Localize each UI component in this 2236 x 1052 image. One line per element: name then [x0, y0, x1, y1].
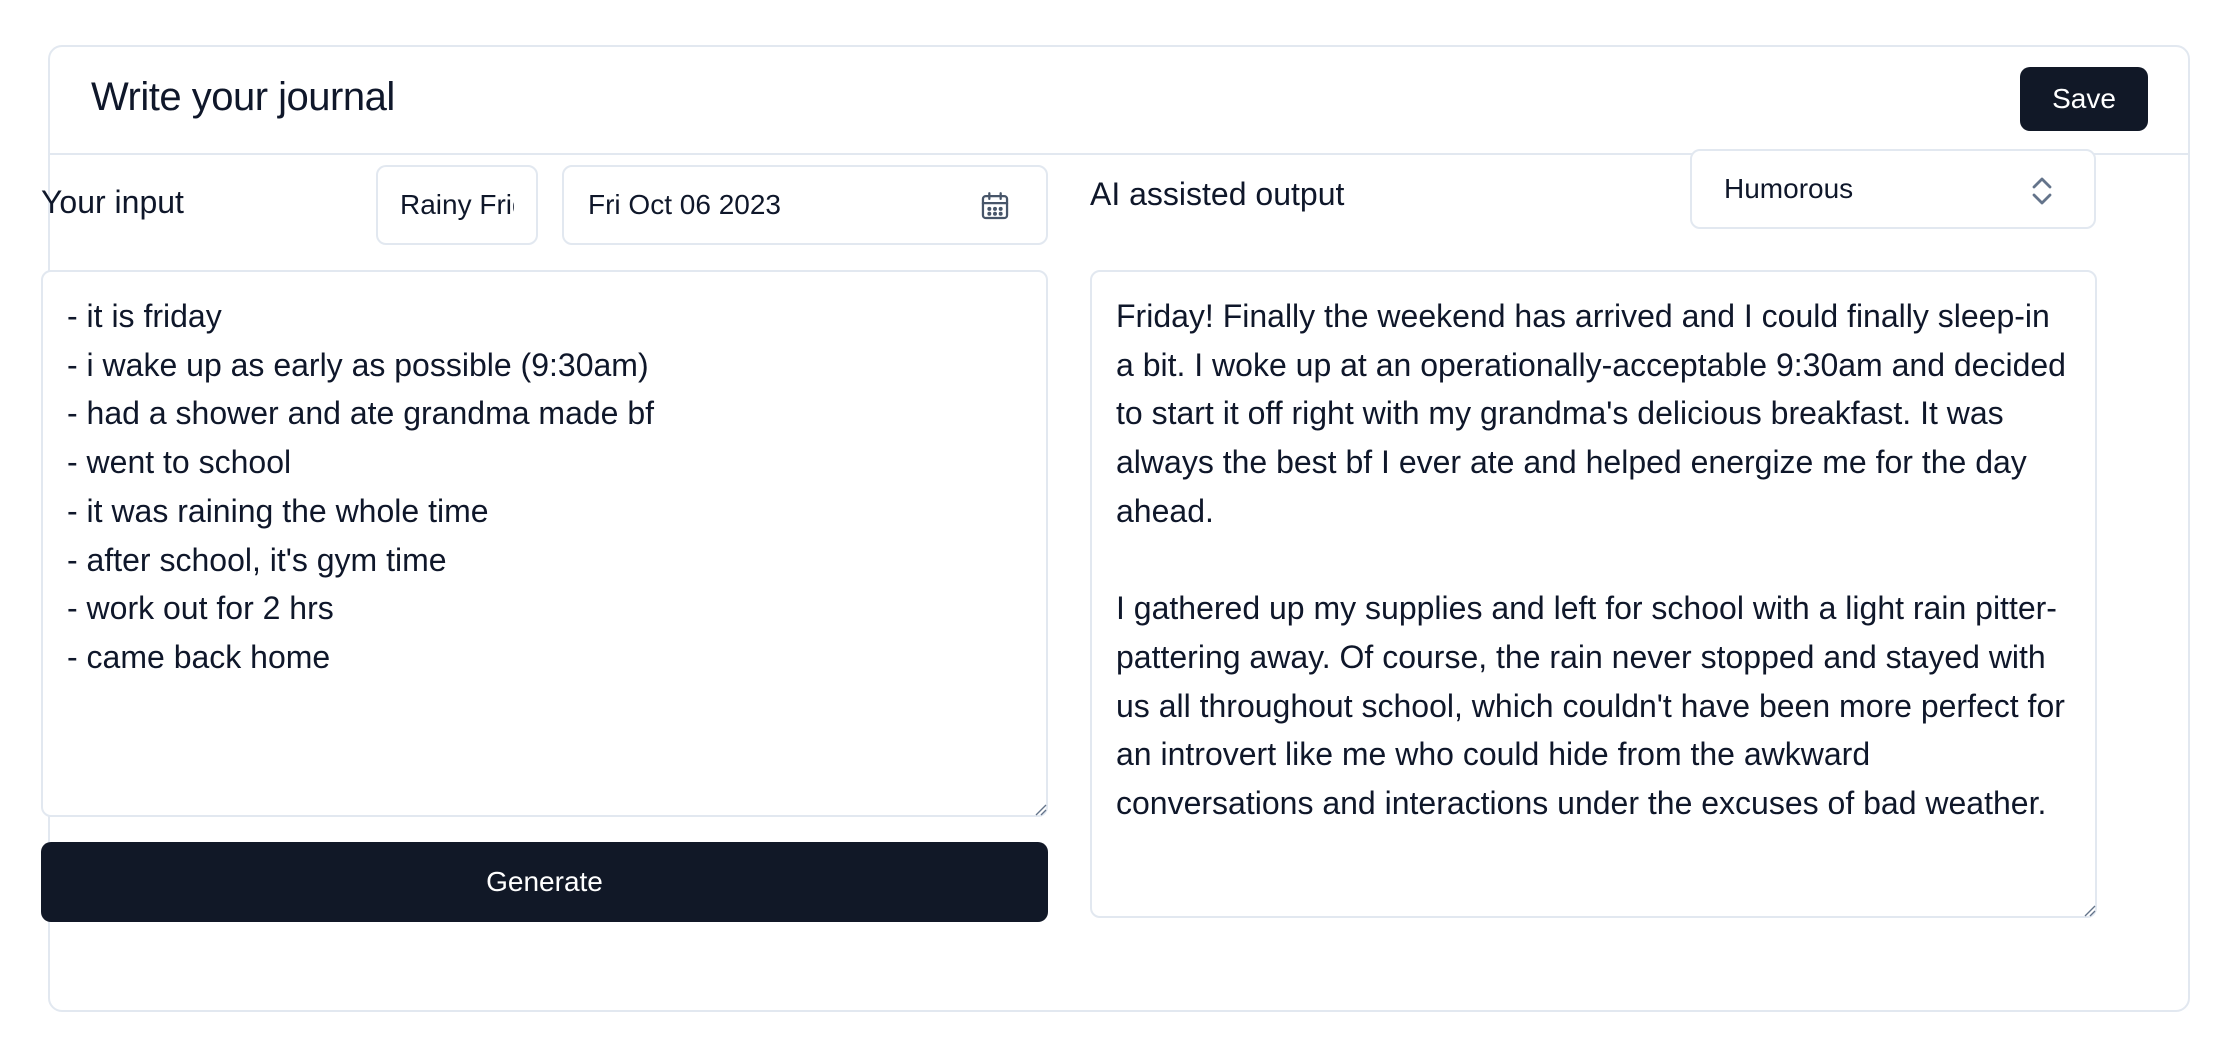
- output-section-label: AI assisted output: [1090, 176, 1345, 212]
- generate-button[interactable]: Generate: [41, 842, 1048, 922]
- date-value: Fri Oct 06 2023: [588, 189, 781, 220]
- calendar-icon[interactable]: [978, 189, 1012, 223]
- save-button[interactable]: Save: [2020, 67, 2148, 131]
- entry-title-input[interactable]: [376, 165, 538, 245]
- journal-notes-textarea[interactable]: - it is friday - i wake up as early as p…: [41, 270, 1048, 817]
- resize-grip-icon[interactable]: [1032, 801, 1048, 817]
- chevron-up-down-icon: [2032, 177, 2052, 205]
- page-title: Write your journal: [91, 75, 395, 119]
- tone-select[interactable]: Humorous: [1690, 149, 2096, 229]
- tone-selected-value: Humorous: [1724, 173, 1854, 204]
- card-header: Write your journal Save: [50, 47, 2188, 155]
- input-section-label: Your input: [41, 184, 184, 220]
- date-picker[interactable]: Fri Oct 06 2023: [562, 165, 1048, 245]
- ai-output-textarea[interactable]: Friday! Finally the weekend has arrived …: [1090, 270, 2097, 918]
- resize-grip-icon[interactable]: [2081, 902, 2097, 918]
